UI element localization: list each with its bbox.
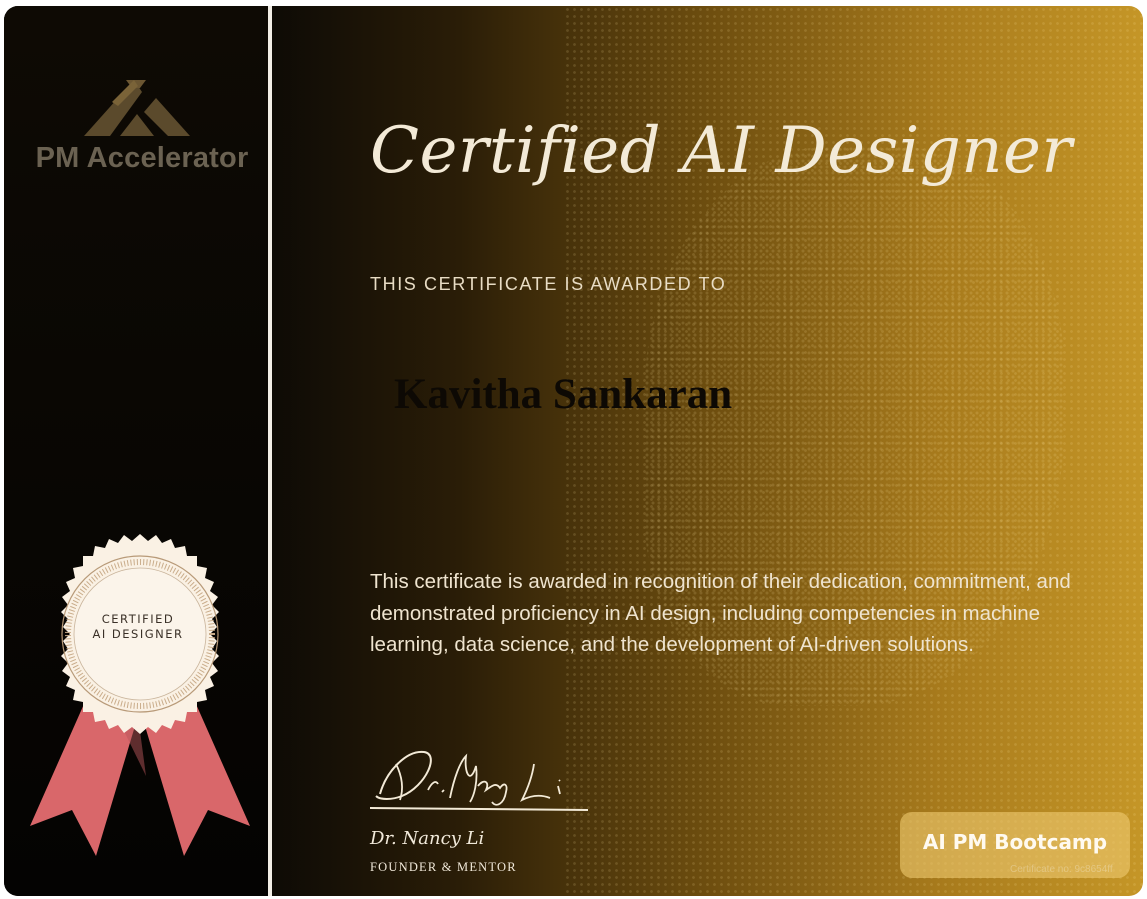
certificate-description: This certificate is awarded in recogniti…	[370, 570, 1071, 656]
certificate-sidebar: PM Accelerator CERTIFIED AI DESIGNER	[4, 6, 268, 896]
certificate-id: Certificate no: 9c8654ff	[1010, 864, 1113, 875]
certificate-card: PM Accelerator CERTIFIED AI DESIGNER Cer…	[4, 6, 1143, 896]
signer-name: Dr. Nancy Li	[370, 828, 485, 849]
program-badge-label: AI PM Bootcamp	[922, 830, 1108, 854]
signature-icon	[369, 750, 589, 811]
seal-line-2: AI DESIGNER	[92, 627, 184, 641]
sidebar-divider	[268, 6, 272, 896]
certification-seal: CERTIFIED AI DESIGNER	[30, 526, 250, 856]
pm-accelerator-logo-icon	[84, 80, 190, 136]
seal-badge-icon	[30, 534, 250, 856]
certificate-title: Certified AI Designer	[370, 114, 1073, 188]
seal-line-1: CERTIFIED	[101, 612, 175, 626]
signer-role: FOUNDER & MENTOR	[370, 860, 517, 874]
program-badge: AI PM Bootcamp Certificate no: 9c8654ff	[900, 812, 1130, 878]
awarded-to-label: THIS CERTIFICATE IS AWARDED TO	[370, 274, 727, 294]
recipient-name: Kavitha Sankaran	[394, 371, 733, 418]
brand-logo-text: PM Accelerator	[35, 142, 249, 174]
